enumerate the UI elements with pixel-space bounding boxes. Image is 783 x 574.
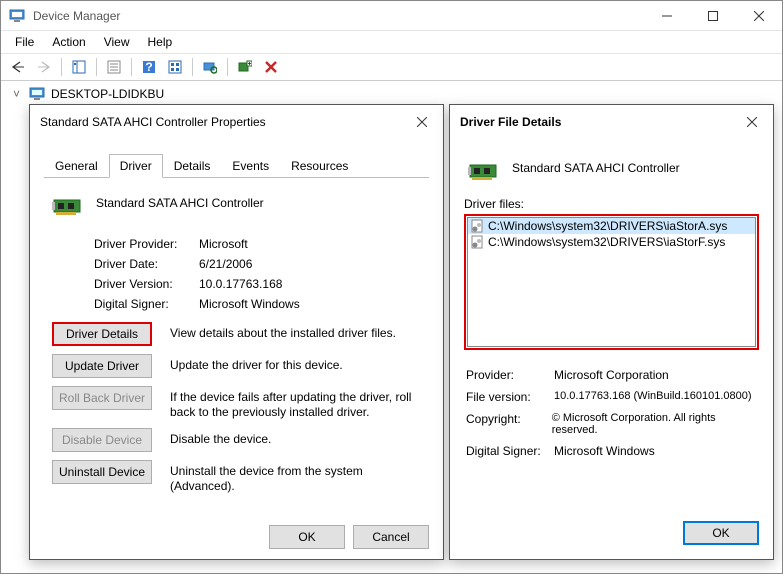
driver-file-item[interactable]: C:\Windows\system32\DRIVERS\iaStorF.sys — [468, 234, 755, 250]
uninstall-icon[interactable] — [260, 56, 282, 78]
tree-root-node[interactable]: ˅ DESKTOP-LDIDKBU — [13, 87, 770, 101]
file-info: Provider:Microsoft Corporation File vers… — [464, 350, 759, 470]
menu-view[interactable]: View — [96, 33, 138, 51]
file-signer-label: Digital Signer: — [466, 444, 554, 458]
menubar: File Action View Help — [1, 31, 782, 53]
properties-cancel-button[interactable]: Cancel — [353, 525, 429, 549]
toolbar-separator — [96, 58, 97, 76]
rollback-driver-button: Roll Back Driver — [52, 386, 152, 410]
device-name: Standard SATA AHCI Controller — [96, 196, 264, 210]
tab-resources[interactable]: Resources — [280, 154, 359, 178]
provider-value: Microsoft — [199, 237, 248, 251]
computer-icon — [29, 87, 45, 101]
driver-file-item[interactable]: C:\Windows\system32\DRIVERS\iaStorA.sys — [468, 218, 755, 234]
driver-file-path: C:\Windows\system32\DRIVERS\iaStorA.sys — [488, 219, 727, 233]
update-driver-button[interactable]: Update Driver — [52, 354, 152, 378]
chevron-down-icon[interactable]: ˅ — [13, 87, 23, 101]
pci-card-icon — [52, 196, 84, 220]
version-value: 10.0.17763.168 — [199, 277, 282, 291]
device-manager-icon — [9, 8, 25, 24]
toolbar-separator — [61, 58, 62, 76]
signer-value: Microsoft Windows — [199, 297, 300, 311]
dfd-ok-button[interactable]: OK — [683, 521, 759, 545]
close-button[interactable] — [736, 1, 782, 31]
window-titlebar: Device Manager — [1, 1, 782, 31]
file-version-label: File version: — [466, 390, 554, 404]
scan-hardware-icon[interactable] — [199, 56, 221, 78]
device-list-icon[interactable] — [164, 56, 186, 78]
properties-titlebar: Standard SATA AHCI Controller Properties — [30, 105, 443, 139]
back-button[interactable] — [7, 56, 29, 78]
disable-device-desc: Disable the device. — [170, 428, 421, 447]
file-signer-value: Microsoft Windows — [554, 444, 655, 458]
file-copyright-value: © Microsoft Corporation. All rights rese… — [552, 412, 759, 436]
tab-driver[interactable]: Driver — [109, 154, 163, 178]
properties-icon[interactable] — [103, 56, 125, 78]
sys-file-icon — [470, 219, 484, 233]
driver-files-listbox[interactable]: C:\Windows\system32\DRIVERS\iaStorA.sys … — [467, 217, 756, 347]
minimize-button[interactable] — [644, 1, 690, 31]
file-copyright-label: Copyright: — [466, 412, 552, 436]
toolbar: ? — [1, 53, 782, 81]
file-provider-value: Microsoft Corporation — [554, 368, 669, 382]
tree-root-label: DESKTOP-LDIDKBU — [51, 87, 164, 101]
date-value: 6/21/2006 — [199, 257, 252, 271]
uninstall-device-button[interactable]: Uninstall Device — [52, 460, 152, 484]
properties-title: Standard SATA AHCI Controller Properties — [40, 115, 411, 129]
toolbar-separator — [131, 58, 132, 76]
disable-device-button: Disable Device — [52, 428, 152, 452]
help-icon[interactable]: ? — [138, 56, 160, 78]
provider-label: Driver Provider: — [94, 237, 199, 251]
date-label: Driver Date: — [94, 257, 199, 271]
menu-help[interactable]: Help — [140, 33, 181, 51]
menu-action[interactable]: Action — [44, 33, 93, 51]
tab-details[interactable]: Details — [163, 154, 222, 178]
properties-tabs: General Driver Details Events Resources — [44, 153, 429, 178]
version-label: Driver Version: — [94, 277, 199, 291]
sys-file-icon — [470, 235, 484, 249]
forward-button[interactable] — [33, 56, 55, 78]
tab-events[interactable]: Events — [221, 154, 280, 178]
dfd-titlebar: Driver File Details — [450, 105, 773, 139]
svg-text:?: ? — [145, 60, 152, 74]
pci-card-icon — [468, 161, 500, 185]
window-title: Device Manager — [33, 9, 644, 23]
uninstall-device-desc: Uninstall the device from the system (Ad… — [170, 460, 421, 494]
properties-close-button[interactable] — [411, 111, 433, 133]
maximize-button[interactable] — [690, 1, 736, 31]
dfd-title: Driver File Details — [460, 115, 741, 129]
driver-file-path: C:\Windows\system32\DRIVERS\iaStorF.sys — [488, 235, 725, 249]
driver-file-details-dialog: Driver File Details Standard SATA AHCI C… — [449, 104, 774, 560]
toolbar-separator — [227, 58, 228, 76]
update-driver-desc: Update the driver for this device. — [170, 354, 421, 373]
file-provider-label: Provider: — [466, 368, 554, 382]
file-version-value: 10.0.17763.168 (WinBuild.160101.0800) — [554, 390, 752, 404]
properties-ok-button[interactable]: OK — [269, 525, 345, 549]
signer-label: Digital Signer: — [94, 297, 199, 311]
add-legacy-hardware-icon[interactable] — [234, 56, 256, 78]
driver-info: Driver Provider:Microsoft Driver Date:6/… — [44, 226, 429, 314]
rollback-driver-desc: If the device fails after updating the d… — [170, 386, 421, 420]
driver-files-highlight: C:\Windows\system32\DRIVERS\iaStorA.sys … — [464, 214, 759, 350]
dfd-close-button[interactable] — [741, 111, 763, 133]
properties-dialog: Standard SATA AHCI Controller Properties… — [29, 104, 444, 560]
menu-file[interactable]: File — [7, 33, 42, 51]
driver-details-button[interactable]: Driver Details — [52, 322, 152, 346]
driver-details-desc: View details about the installed driver … — [170, 322, 421, 341]
show-hide-tree-icon[interactable] — [68, 56, 90, 78]
toolbar-separator — [192, 58, 193, 76]
tab-general[interactable]: General — [44, 154, 109, 178]
driver-files-label: Driver files: — [464, 191, 759, 214]
dfd-device-name: Standard SATA AHCI Controller — [512, 161, 680, 175]
